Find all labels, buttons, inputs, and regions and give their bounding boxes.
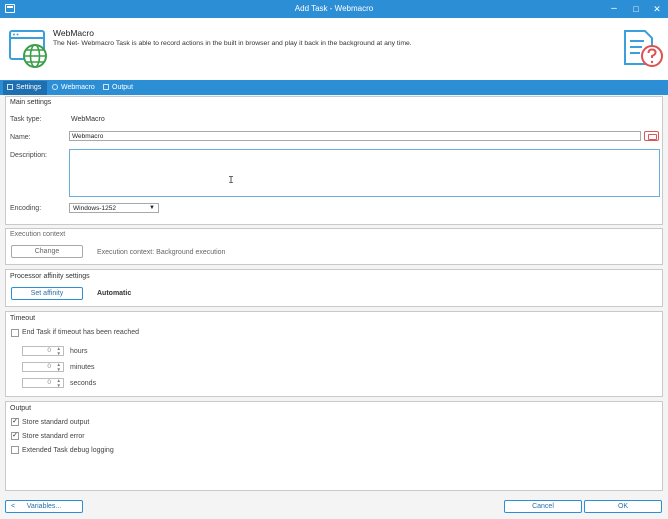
hours-value: 0 — [47, 347, 51, 354]
minutes-label: minutes — [70, 364, 95, 371]
stepper-arrows-icon[interactable]: ▲ ▼ — [57, 378, 61, 388]
window-icon — [5, 4, 15, 13]
tab-output-label: Output — [112, 84, 134, 91]
output-section — [5, 401, 663, 491]
processor-affinity-section — [5, 269, 663, 307]
store-error-checkbox[interactable]: ✓ — [11, 432, 19, 440]
minimize-button[interactable]: – — [604, 0, 624, 18]
window-title: Add Task - Webmacro — [294, 4, 374, 13]
minutes-stepper[interactable]: 0 ▲ ▼ — [22, 362, 64, 372]
set-affinity-button[interactable]: Set affinity — [11, 287, 83, 300]
title-bar: Add Task - Webmacro – □ ✕ — [0, 0, 668, 18]
task-type-value: WebMacro — [71, 116, 105, 123]
store-output-label: Store standard output — [22, 419, 90, 426]
hours-label: hours — [70, 348, 88, 355]
tab-settings[interactable]: Settings — [3, 81, 48, 95]
help-document-icon[interactable] — [622, 28, 664, 68]
timeout-section — [5, 311, 663, 397]
seconds-stepper[interactable]: 0 ▲ ▼ — [22, 378, 64, 388]
stepper-arrows-icon[interactable]: ▲ ▼ — [57, 362, 61, 372]
tab-settings-label: Settings — [16, 84, 42, 91]
end-task-checkbox[interactable] — [11, 329, 19, 337]
encoding-select-value: Windows-1252 — [73, 205, 116, 212]
variables-button[interactable]: < Variables... — [5, 500, 83, 513]
output-tab-icon — [103, 84, 109, 90]
task-type-label: Task type: — [10, 116, 42, 123]
task-header — [0, 18, 668, 80]
end-task-label: End Task if timeout has been reached — [22, 329, 140, 336]
variables-button-label: Variables... — [26, 503, 62, 510]
close-button[interactable]: ✕ — [647, 0, 667, 18]
clear-name-icon[interactable] — [644, 131, 659, 141]
share-icon: < — [11, 503, 16, 510]
execution-context-title: Execution context — [10, 231, 66, 238]
debug-logging-checkbox[interactable] — [11, 446, 19, 454]
processor-affinity-title: Processor affinity settings — [10, 273, 90, 280]
cancel-button[interactable]: Cancel — [504, 500, 582, 513]
change-context-button[interactable]: Change — [11, 245, 83, 258]
ok-button[interactable]: OK — [584, 500, 662, 513]
main-settings-title: Main settings — [10, 99, 52, 106]
execution-context-section — [5, 228, 663, 265]
debug-logging-label: Extended Task debug logging — [22, 447, 114, 454]
tab-output[interactable]: Output — [99, 81, 139, 95]
timeout-title: Timeout — [10, 315, 36, 322]
execution-context-status: Execution context: Background execution — [97, 249, 226, 256]
webmacro-tab-icon — [52, 84, 58, 90]
tab-webmacro-label: Webmacro — [61, 84, 95, 91]
minutes-value: 0 — [47, 363, 51, 370]
webmacro-globe-icon — [9, 30, 47, 68]
stepper-arrows-icon[interactable]: ▲ ▼ — [57, 346, 61, 356]
task-title: WebMacro — [53, 28, 94, 38]
settings-tab-icon — [7, 84, 13, 90]
description-label: Description: — [10, 152, 47, 159]
seconds-value: 0 — [47, 379, 51, 386]
name-input[interactable]: Webmacro — [69, 131, 641, 141]
chevron-down-icon: ▼ — [149, 205, 155, 211]
output-title: Output — [10, 405, 32, 412]
affinity-value: Automatic — [97, 290, 132, 297]
name-label: Name: — [10, 134, 31, 141]
maximize-button[interactable]: □ — [626, 0, 646, 18]
task-description: The Net- Webmacro Task is able to record… — [53, 40, 412, 47]
store-output-checkbox[interactable]: ✓ — [11, 418, 19, 426]
description-textarea[interactable] — [69, 149, 660, 197]
hours-stepper[interactable]: 0 ▲ ▼ — [22, 346, 64, 356]
encoding-label: Encoding: — [10, 205, 42, 212]
text-cursor-icon: I — [228, 175, 235, 186]
seconds-label: seconds — [70, 380, 97, 387]
encoding-select[interactable]: Windows-1252 ▼ — [69, 203, 159, 213]
tab-webmacro[interactable]: Webmacro — [48, 81, 101, 95]
store-error-label: Store standard error — [22, 433, 85, 440]
